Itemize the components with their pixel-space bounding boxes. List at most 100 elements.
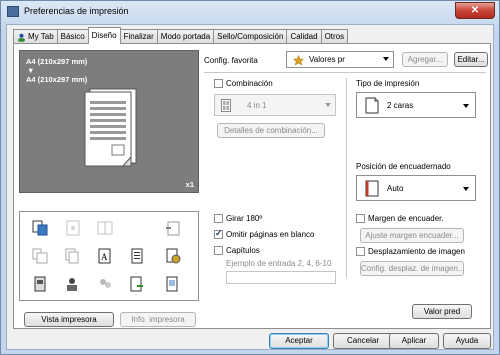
binding-margin-label: Margen de encuader. [368,214,444,223]
tab-my-tab[interactable]: My Tab [13,29,58,44]
favorites-select[interactable]: Valores pr [286,51,394,68]
poster-icon[interactable] [65,220,81,236]
window-title: Preferencias de impresión [24,6,129,16]
printer-info-button[interactable]: Info. impresora [120,312,196,327]
chapters-label: Capítulos [226,246,260,255]
favorites-value: Valores pr [309,55,345,64]
document-icon[interactable] [129,248,145,264]
image-shift-button-label: Config. desplaz. de imagen... [361,264,465,273]
skip-blank-label: Omitir páginas en blanco [226,230,315,239]
combination-icon[interactable] [32,220,48,236]
layout-tab-panel: A4 (210x297 mm) ▼ A4 (210x297 mm) x1 A V… [13,43,491,329]
favorites-label: Config. favorita [204,56,258,65]
cancel-button[interactable]: Cancelar [333,333,393,349]
print-type-value: 2 caras [387,101,414,110]
tab-strip: My Tab Básico Diseño Finalizar Modo port… [13,27,349,44]
duplex-page-preview [84,88,137,167]
printer-device-icon[interactable] [32,276,48,292]
tab-basico[interactable]: Básico [56,29,89,44]
user-auth-icon[interactable] [65,276,81,292]
chapters-checkbox[interactable]: Capítulos [214,246,260,255]
add-favorite-button[interactable]: Agregar... [402,52,448,67]
booklet-icon[interactable] [97,220,113,236]
chapters-hint: Ejemplo de entrada 2, 4, 6-10 [226,259,332,268]
binding-margin-settings-button[interactable]: Ajuste margen encuader... [360,228,464,243]
binding-position-value: Auto [387,184,404,193]
checkbox-box [214,79,223,88]
output-size: A4 (210x297 mm) [26,75,88,84]
binding-page-icon [365,180,379,197]
account-icon[interactable] [97,276,113,292]
binding-margin-button-label: Ajuste margen encuader... [365,231,459,240]
multi-page-icon[interactable] [65,248,81,264]
function-icons-panel: A [19,211,199,301]
help-button[interactable]: Ayuda [443,333,491,349]
checkbox-box [356,214,365,223]
text-page-icon[interactable]: A [97,248,113,264]
cancel-label: Cancelar [346,336,379,345]
copies-count: x1 [185,180,194,189]
layout-page-icon[interactable] [165,276,181,292]
image-shift-settings-button[interactable]: Config. desplaz. de imagen... [360,261,465,276]
zoom-icon[interactable] [32,248,48,264]
image-shift-checkbox[interactable]: Desplazamiento de imagen [356,247,465,256]
skip-blank-pages-checkbox[interactable]: Omitir páginas en blanco [214,228,315,239]
apply-label: Aplicar [401,336,427,345]
tab-sello-composicion[interactable]: Sello/Composición [213,29,288,44]
print-type-select[interactable]: 2 caras [356,92,476,118]
column-separator [346,78,347,278]
printer-app-icon [7,6,19,17]
staple-icon[interactable] [165,220,181,236]
chevron-down-icon [383,57,389,61]
checkbox-box [356,247,365,256]
page-setup-icon[interactable] [129,276,145,292]
chevron-down-icon [463,104,469,108]
checkbox-box-checked [214,228,223,239]
printer-view-button[interactable]: Vista impresora [24,312,114,327]
apply-button[interactable]: Aplicar [389,333,439,349]
down-arrow-icon: ▼ [27,66,35,75]
print-preview: A4 (210x297 mm) ▼ A4 (210x297 mm) x1 [19,50,199,193]
rotate-180-checkbox[interactable]: Girar 180º [214,214,262,223]
combination-value: 4 in 1 [247,101,267,110]
settings-page-icon[interactable] [165,248,181,264]
chevron-down-icon [325,103,331,107]
print-preferences-window: Preferencias de impresión ✕ My Tab Básic… [0,0,500,355]
edit-favorite-button[interactable]: Editar... [454,52,488,67]
binding-margin-checkbox[interactable]: Margen de encuader. [356,214,444,223]
ok-label: Aceptar [285,336,313,345]
tab-finalizar[interactable]: Finalizar [119,29,158,44]
ok-button[interactable]: Aceptar [269,333,329,349]
dialog-client-area: My Tab Básico Diseño Finalizar Modo port… [6,24,494,350]
print-type-label: Tipo de impresión [356,79,420,88]
binding-position-select[interactable]: Auto [356,175,476,201]
tab-calidad[interactable]: Calidad [286,29,322,44]
default-values-button[interactable]: Valor pred [412,304,472,319]
combination-details-button[interactable]: Detalles de combinación... [217,123,325,138]
tab-label: My Tab [28,32,54,41]
checkbox-box [214,246,223,255]
help-label: Ayuda [455,336,479,345]
combination-select[interactable]: 4 in 1 [214,94,336,116]
close-button[interactable]: ✕ [455,2,495,19]
combination-checkbox[interactable]: Combinación [214,79,273,88]
tab-otros[interactable]: Otros [320,29,349,44]
svg-text:A: A [101,252,108,262]
checkbox-box [214,214,223,223]
tab-modo-portada[interactable]: Modo portada [156,29,215,44]
duplex-icon [365,97,379,114]
default-values-label: Valor pred [423,307,461,316]
title-bar: Preferencias de impresión ✕ [1,1,499,23]
edit-favorite-label: Editar... [457,55,485,64]
image-shift-label: Desplazamiento de imagen [368,247,465,256]
chapters-input[interactable] [226,271,336,284]
original-size: A4 (210x297 mm) [26,57,88,66]
add-favorite-label: Agregar... [407,55,443,64]
n-up-icon [221,99,231,112]
divider [204,72,486,73]
tab-diseno[interactable]: Diseño [87,27,121,44]
rotate-label: Girar 180º [226,214,263,223]
printer-info-label: Info. impresora [131,315,185,324]
printer-view-label: Vista impresora [41,315,97,324]
person-icon [17,33,26,42]
